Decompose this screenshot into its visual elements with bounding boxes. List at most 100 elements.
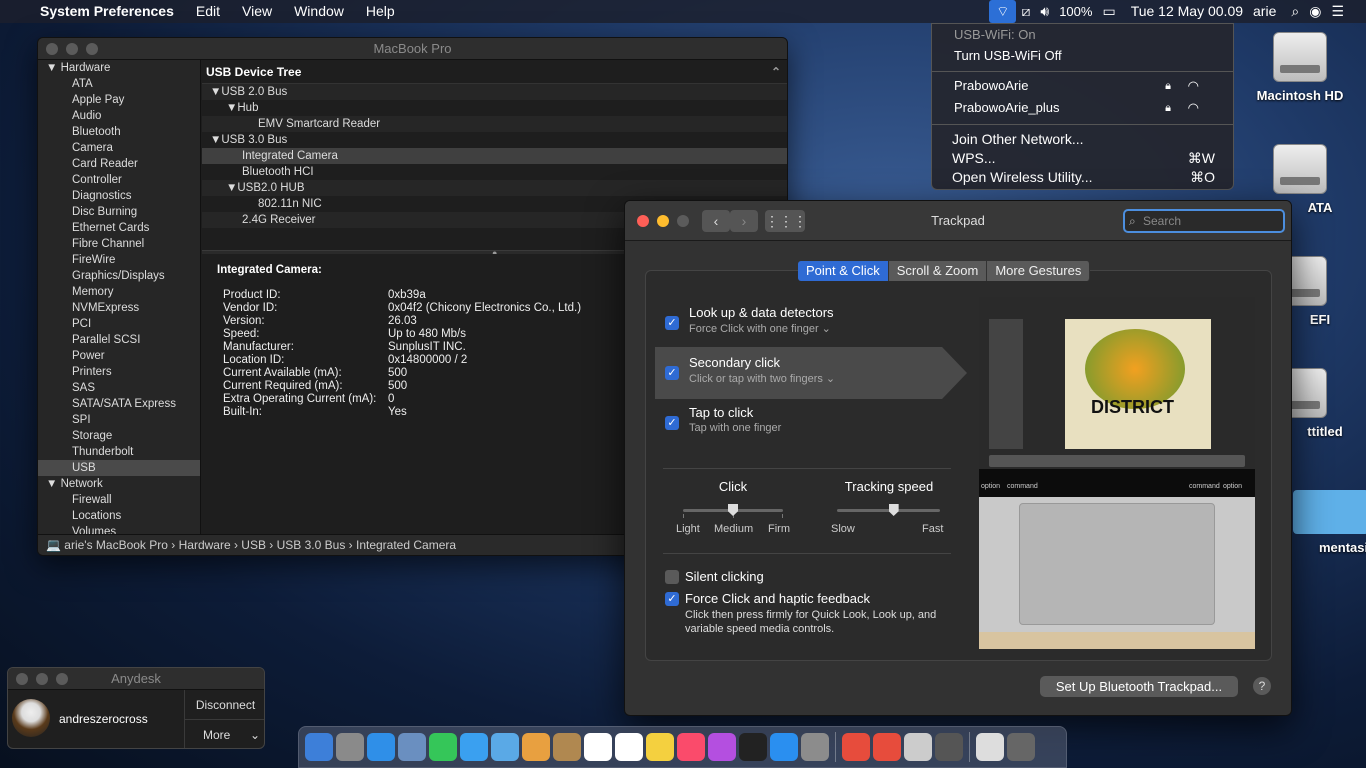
user-menu[interactable]: arie [1248,0,1281,23]
tree-row[interactable]: ▼USB 2.0 Bus [202,84,787,100]
photos-icon[interactable] [522,733,550,761]
utility-icon[interactable] [935,733,963,761]
tree-row[interactable]: EMV Smartcard Reader [202,116,787,132]
tree-row[interactable]: ▼USB2.0 HUB [202,180,787,196]
sidebar-item-bluetooth[interactable]: Bluetooth [38,124,200,140]
notification-center-icon[interactable]: ☰ [1326,0,1366,23]
script-editor-icon[interactable] [904,733,932,761]
finder-icon[interactable] [305,733,333,761]
tab-more-gestures[interactable]: More Gestures [987,261,1091,281]
help-button[interactable]: ? [1253,677,1271,695]
sidebar-item-graphics-displays[interactable]: Graphics/Displays [38,268,200,284]
join-other-network-item[interactable]: Join Other Network... [952,129,1221,149]
option-sublabel[interactable]: Force Click with one finger ⌄ [689,322,834,335]
sidebar-item-card-reader[interactable]: Card Reader [38,156,200,172]
system-preferences-icon[interactable] [801,733,829,761]
help-menu[interactable]: Help [355,0,406,23]
sidebar-item-firewire[interactable]: FireWire [38,252,200,268]
preview-icon[interactable] [398,733,426,761]
secondary-click-checkbox[interactable]: ✓ [665,366,679,380]
sidebar-item-storage[interactable]: Storage [38,428,200,444]
sidebar-item-audio[interactable]: Audio [38,108,200,124]
tree-row[interactable]: ▼USB 3.0 Bus [202,132,787,148]
zoom-button[interactable] [56,673,68,685]
option-lookup[interactable]: Look up & data detectors Force Click wit… [689,305,834,335]
setup-bluetooth-trackpad-button[interactable]: Set Up Bluetooth Trackpad... [1040,676,1238,697]
minimize-button[interactable] [36,673,48,685]
minimize-button[interactable] [66,43,78,55]
sidebar-item-locations[interactable]: Locations [38,508,200,524]
wps-item[interactable]: WPS... ⌘W [952,148,1221,168]
usb-wifi-icon[interactable]: ⌔ [989,0,1017,23]
disconnect-button[interactable]: Disconnect [185,690,264,720]
sidebar-item-thunderbolt[interactable]: Thunderbolt [38,444,200,460]
messages-icon[interactable] [460,733,488,761]
sidebar-item-sas[interactable]: SAS [38,380,200,396]
zoom-button[interactable] [86,43,98,55]
sidebar-item-printers[interactable]: Printers [38,364,200,380]
sidebar-item-ethernet-cards[interactable]: Ethernet Cards [38,220,200,236]
sidebar-item-disc-burning[interactable]: Disc Burning [38,204,200,220]
sidebar-item-power[interactable]: Power [38,348,200,364]
sidebar-item-diagnostics[interactable]: Diagnostics [38,188,200,204]
tree-row[interactable]: Bluetooth HCI [202,164,787,180]
option-silent-clicking[interactable]: Silent clicking [685,569,764,584]
sidebar-item-firewall[interactable]: Firewall [38,492,200,508]
sidebar-item-pci[interactable]: PCI [38,316,200,332]
more-button[interactable]: More ⌄ [185,720,264,748]
sidebar-item-spi[interactable]: SPI [38,412,200,428]
close-button[interactable] [46,43,58,55]
battery-icon[interactable]: ▭ [1097,0,1120,23]
sidebar-item-camera[interactable]: Camera [38,140,200,156]
close-button[interactable] [16,673,28,685]
music-icon[interactable] [677,733,705,761]
option-secondary-click[interactable]: Secondary click Click or tap with two fi… [689,355,835,385]
sidebar-item-usb[interactable]: USB [38,460,200,476]
sidebar-item-nvmexpress[interactable]: NVMExpress [38,300,200,316]
sidebar-item-fibre-channel[interactable]: Fibre Channel [38,236,200,252]
tab-scroll-zoom[interactable]: Scroll & Zoom [888,261,988,281]
turn-wifi-off-item[interactable]: Turn USB-WiFi Off [954,46,1221,66]
teamviewer-icon[interactable] [873,733,901,761]
tab-point-click[interactable]: Point & Click [798,261,889,281]
volume-icon[interactable]: 🔊︎ [1035,0,1054,23]
facetime-icon[interactable] [429,733,457,761]
apple-tv-icon[interactable] [739,733,767,761]
safari-icon[interactable] [367,733,395,761]
sidebar-item-memory[interactable]: Memory [38,284,200,300]
collapse-icon[interactable]: ⌃ [771,60,787,84]
tree-row[interactable]: ▼Hub [202,100,787,116]
sidebar-item-apple-pay[interactable]: Apple Pay [38,92,200,108]
silent-clicking-checkbox[interactable] [665,570,679,584]
network-item[interactable]: PrabowoArie_plus 🔒︎ ◠ [954,98,1221,118]
option-force-click[interactable]: Force Click and haptic feedback Click th… [685,591,955,636]
sidebar-group-network[interactable]: ▼ Network [38,476,200,492]
launchpad-icon[interactable] [336,733,364,761]
siri-icon[interactable]: ◉ [1304,0,1326,23]
window-menu[interactable]: Window [283,0,355,23]
activity-icon[interactable]: ⧄ [1016,0,1035,23]
edit-menu[interactable]: Edit [185,0,231,23]
podcasts-icon[interactable] [708,733,736,761]
maps-icon[interactable] [491,733,519,761]
open-wireless-utility-item[interactable]: Open Wireless Utility... ⌘O [952,167,1221,187]
notes-app-icon[interactable] [553,733,581,761]
document-icon[interactable] [976,733,1004,761]
trash-icon[interactable] [1007,733,1035,761]
option-tap-to-click[interactable]: Tap to click Tap with one finger [689,405,781,434]
search-field[interactable]: ⌕ Search [1123,209,1285,233]
sidebar-item-parallel-scsi[interactable]: Parallel SCSI [38,332,200,348]
sidebar-group-hardware[interactable]: ▼ Hardware [38,60,200,76]
tree-row[interactable]: Integrated Camera [202,148,787,164]
battery-percent[interactable]: 100% [1054,0,1097,23]
reminders-icon[interactable] [615,733,643,761]
spotlight-icon[interactable]: ⌕ [1281,0,1304,23]
anydesk-icon[interactable] [842,733,870,761]
tap-to-click-checkbox[interactable]: ✓ [665,416,679,430]
tracking-slider-track[interactable] [837,509,940,512]
app-menu[interactable]: System Preferences [29,0,185,23]
calendar-icon[interactable] [584,733,612,761]
sidebar-item-ata[interactable]: ATA [38,76,200,92]
force-click-checkbox[interactable]: ✓ [665,592,679,606]
app-store-icon[interactable] [770,733,798,761]
